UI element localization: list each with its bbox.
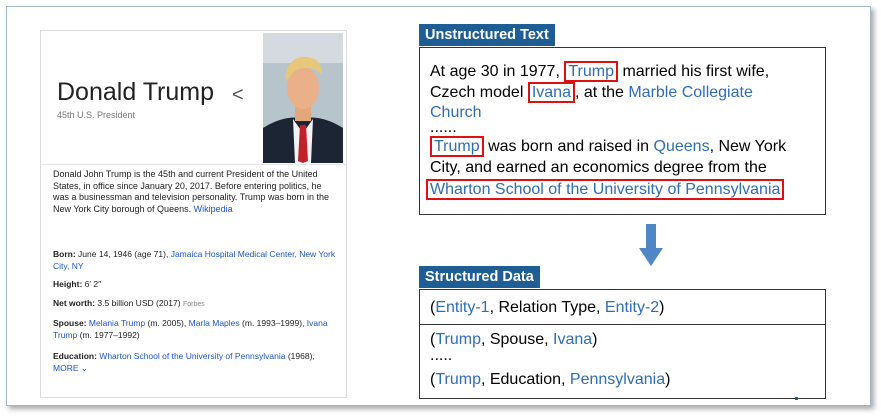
panel-subtitle: 45th U.S. President [57,110,136,120]
entity-marble-collegiate: Marble Collegiate [628,84,753,101]
panel-description: Donald John Trump is the 45th and curren… [53,169,335,215]
structured-row-education: (Trump, Education, Pennsylvania) [430,371,671,388]
entity-trump: Trump [435,331,481,348]
more-button[interactable]: MORE ⌄ [53,363,88,373]
entity-trump: Trump [435,371,481,388]
networth-value: 3.5 billion USD (2017) [97,298,181,308]
panel-divider [41,164,346,165]
chevron-down-icon: ⌄ [80,362,88,373]
description-text: Donald John Trump is the 45th and curren… [53,169,329,214]
spouse-melania-link[interactable]: Melania Trump [89,318,145,328]
entity-queens: Queens [653,138,710,155]
relation-spouse: , Spouse, [480,331,549,348]
unstructured-text-box: At age 30 in 1977, Trump married his fir… [419,47,826,215]
height-label: Height: [53,279,83,289]
relation-education: , Education, [480,371,566,388]
entity-trump-highlight: Trump [430,136,484,157]
entity-ivana-highlight: Ivana [527,82,575,103]
entity-wharton-highlight: Wharton School of the University of Penn… [426,179,785,200]
entity-1-label: Entity-1 [435,299,490,316]
decorative-tick [795,397,798,400]
text-span: Czech model [430,84,524,101]
text-span: ) [659,299,665,316]
spouse-label: Spouse: [53,318,87,328]
utext-ellipsis: ...... [430,119,457,136]
entity-2-label: Entity-2 [604,299,660,316]
unstructured-header: Unstructured Text [419,24,555,46]
spouse-row: Spouse: Melania Trump (m. 2005), Marla M… [53,318,338,341]
entity-ivana: Ivana [553,331,593,348]
spouse-marla-link[interactable]: Marla Maples [189,318,240,328]
education-row: Education: Wharton School of the Univers… [53,351,338,374]
born-value: June 14, 1946 (age 71), [78,249,169,259]
born-row: Born: June 14, 1946 (age 71), Jamaica Ho… [53,249,338,272]
networth-row: Net worth: 3.5 billion USD (2017) Forbes [53,298,338,311]
down-arrow-icon [639,224,663,266]
utext-line-7: Wharton School of the University of Penn… [426,179,785,200]
entity-trump-highlight: Trump [564,61,618,82]
share-icon[interactable]: < [232,84,244,107]
text-span: , New York [709,138,787,155]
utext-line-1: At age 30 in 1977, Trump married his fir… [430,61,770,82]
height-value: 6′ 2″ [84,279,102,289]
entity-pennsylvania: Pennsylvania [569,371,666,388]
panel-title: Donald Trump [57,78,215,106]
spouse-2-years: (m. 1993–1999), [242,318,305,328]
structured-divider [420,324,825,325]
text-span: was born and raised in [488,138,650,155]
more-label: MORE [53,362,79,373]
utext-line-5: Trump was born and raised in Queens, New… [430,136,787,157]
structured-data-box: (Entity-1, Relation Type, Entity-2) (Tru… [419,289,826,399]
utext-line-2: Czech model Ivana, at the Marble Collegi… [430,82,753,103]
utext-line-6: City, and earned an economics degree fro… [430,159,767,176]
education-link[interactable]: Wharton School of the University of Penn… [99,351,285,361]
text-span: At age 30 in 1977, [430,63,560,80]
spouse-1-years: (m. 2005), [147,318,187,328]
structured-row-spouse: (Trump, Spouse, Ivana) [430,331,598,348]
text-span: married his first wife, [622,63,770,80]
relation-type-label: , Relation Type, [489,299,601,316]
education-year: (1968), [287,351,315,361]
born-label: Born: [53,249,76,259]
structured-header: Structured Data [419,266,540,288]
portrait-photo [263,33,343,163]
structured-dots: ..... [430,347,453,364]
text-span: , at the [574,84,624,101]
education-label: Education: [53,351,97,361]
networth-source: Forbes [182,301,205,308]
spouse-3-years: (m. 1977–1992) [79,329,140,340]
knowledge-panel: Donald Trump < 45th U.S. President Donal… [40,30,347,398]
height-row: Height: 6′ 2″ [53,279,338,291]
wikipedia-link[interactable]: Wikipedia [194,204,233,214]
networth-label: Net worth: [53,298,96,308]
structured-header-row: (Entity-1, Relation Type, Entity-2) [420,298,825,318]
